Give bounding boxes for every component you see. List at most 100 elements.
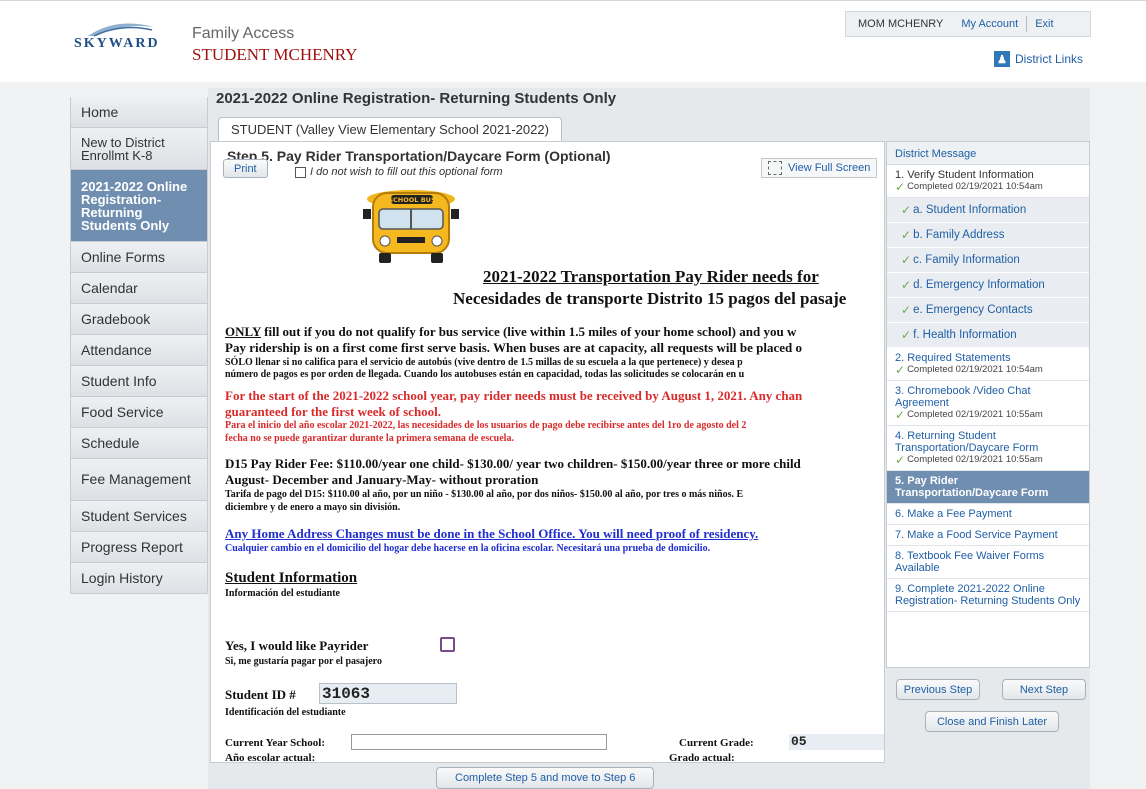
optout-option[interactable]: I do not wish to fill out this optional … xyxy=(295,166,503,178)
print-button[interactable]: Print xyxy=(223,159,268,178)
sidebar-nav: Home New to District Enrollmt K-8 2021-2… xyxy=(70,97,208,594)
student-info-heading: Student Information xyxy=(225,570,358,586)
school-bus-image: SCHOOL BUS xyxy=(363,190,459,263)
check-icon: ✓ xyxy=(901,203,912,217)
sub-step-label: a. Student Information xyxy=(913,204,1027,216)
check-icon: ✓ xyxy=(901,303,912,317)
page-title: 2021-2022 Online Registration- Returning… xyxy=(216,90,617,107)
sidebar-item-student-info[interactable]: Student Info xyxy=(70,366,208,397)
check-icon: ✓ xyxy=(901,278,912,292)
step-item[interactable]: 8. Textbook Fee Waiver Forms Available xyxy=(887,546,1089,579)
step-completed: ✓ Completed 02/19/2021 10:54am xyxy=(895,364,1081,376)
doc-paragraph: ONLY fill out if you do not qualify for … xyxy=(225,324,796,340)
check-icon: ✓ xyxy=(901,328,912,342)
sub-step-label: c. Family Information xyxy=(913,254,1020,266)
step-item[interactable]: 7. Make a Food Service Payment xyxy=(887,525,1089,546)
next-step-button[interactable]: Next Step xyxy=(1002,679,1086,700)
doc-text: diciembre y de enero a mayo sin división… xyxy=(225,502,401,513)
form-panel: Step 5. Pay Rider Transportation/Daycare… xyxy=(210,141,885,763)
sidebar-item-gradebook[interactable]: Gradebook xyxy=(70,304,208,335)
district-links-link[interactable]: ♟ District Links xyxy=(994,51,1083,67)
step-title: Step 5. Pay Rider Transportation/Daycare… xyxy=(227,148,611,164)
doc-title-es: Necesidades de transporte Distrito 15 pa… xyxy=(453,289,847,308)
completed-text: Completed 02/19/2021 10:55am xyxy=(907,454,1043,465)
sidebar-item-schedule[interactable]: Schedule xyxy=(70,428,208,459)
sidebar-item-student-services[interactable]: Student Services xyxy=(70,501,208,532)
steps-panel: District Message 1. Verify Student Infor… xyxy=(886,141,1090,668)
sidebar-item-online-registration[interactable]: 2021-2022 Online Registration- Returning… xyxy=(70,170,208,242)
step-item[interactable]: 9. Complete 2021-2022 Online Registratio… xyxy=(887,579,1089,612)
previous-step-button[interactable]: Previous Step xyxy=(896,679,980,700)
doc-text-red: guaranteed for the first week of school. xyxy=(225,404,442,419)
payrider-label: Yes, I would like Payrider xyxy=(225,638,369,653)
sub-step-item[interactable]: ✓ e. Emergency Contacts xyxy=(887,298,1089,323)
payrider-label-es: Si, me gustaría pagar por el pasajero xyxy=(225,656,382,667)
student-id-label-es: Identificación del estudiante xyxy=(225,707,346,718)
student-name: STUDENT MCHENRY xyxy=(192,45,358,64)
complete-step-button[interactable]: Complete Step 5 and move to Step 6 xyxy=(436,767,655,789)
sub-step-item[interactable]: ✓ f. Health Information xyxy=(887,323,1089,348)
step-item[interactable]: 2. Required Statements ✓ Completed 02/19/… xyxy=(887,348,1089,381)
check-icon: ✓ xyxy=(901,228,912,242)
header: SKYWARD Family Access STUDENT MCHENRY MO… xyxy=(0,0,1146,82)
sidebar-item-progress-report[interactable]: Progress Report xyxy=(70,532,208,563)
completed-text: Completed 02/19/2021 10:55am xyxy=(907,409,1043,420)
sidebar-item-food-service[interactable]: Food Service xyxy=(70,397,208,428)
completed-text: Completed 02/19/2021 10:54am xyxy=(907,364,1043,375)
doc-text: número de pagos es por orden de llegada.… xyxy=(225,369,745,380)
view-full-screen-button[interactable]: View Full Screen xyxy=(761,158,878,178)
step-item[interactable]: 3. Chromebook /Video Chat Agreement ✓ Com… xyxy=(887,381,1089,426)
address-change-notice-es: Cualquier cambio en el domicilio del hog… xyxy=(225,543,711,554)
tab-student[interactable]: STUDENT (Valley View Elementary School 2… xyxy=(218,117,562,141)
sidebar-item-online-forms[interactable]: Online Forms xyxy=(70,242,208,273)
close-finish-later-button[interactable]: Close and Finish Later xyxy=(925,711,1059,732)
sub-step-item[interactable]: ✓ d. Emergency Information xyxy=(887,273,1089,298)
check-icon: ✓ xyxy=(895,363,906,377)
district-message-link[interactable]: District Message xyxy=(887,142,1089,165)
user-name: MOM MCHENRY xyxy=(858,18,944,30)
sidebar-item-calendar[interactable]: Calendar xyxy=(70,273,208,304)
sub-step-label: e. Emergency Contacts xyxy=(913,304,1033,316)
payrider-checkbox[interactable] xyxy=(440,637,455,652)
step-completed: ✓ Completed 02/19/2021 10:55am xyxy=(895,409,1081,421)
sidebar-item-login-history[interactable]: Login History xyxy=(70,563,208,594)
current-school-input[interactable] xyxy=(351,734,607,750)
step-item-current[interactable]: 5. Pay Rider Transportation/Daycare Form xyxy=(887,471,1089,504)
doc-text: fill out if you do not qualify for bus s… xyxy=(260,324,797,339)
step-label: 3. Chromebook /Video Chat Agreement xyxy=(895,385,1031,409)
sub-step-item[interactable]: ✓ b. Family Address xyxy=(887,223,1089,248)
student-id-field[interactable]: 31063 xyxy=(319,683,457,704)
student-info-heading-es: Información del estudiante xyxy=(225,588,340,599)
only-label: ONLY xyxy=(225,324,261,339)
expand-icon xyxy=(768,161,782,175)
sidebar-item-attendance[interactable]: Attendance xyxy=(70,335,208,366)
sidebar-item-fee-management[interactable]: Fee Management xyxy=(70,459,208,501)
doc-text-red: Para el inicio del año escolar 2021-2022… xyxy=(225,420,747,431)
sidebar-item-new-to-district[interactable]: New to District Enrollmt K-8 xyxy=(70,128,208,170)
school-label-es: Año escolar actual: xyxy=(225,752,316,763)
sub-step-item[interactable]: ✓ c. Family Information xyxy=(887,248,1089,273)
grade-label-es: Grado actual: xyxy=(669,752,735,763)
check-icon: ✓ xyxy=(895,180,906,194)
optout-checkbox[interactable] xyxy=(295,166,306,178)
optout-label: I do not wish to fill out this optional … xyxy=(310,166,503,178)
step-item[interactable]: 1. Verify Student Information ✓ Completed… xyxy=(887,165,1089,198)
step-label: 1. Verify Student Information xyxy=(895,169,1034,181)
step-item[interactable]: 4. Returning Student Transportation/Dayc… xyxy=(887,426,1089,471)
student-id-label: Student ID # xyxy=(225,687,296,702)
my-account-link[interactable]: My Account xyxy=(953,18,1026,30)
exit-link[interactable]: Exit xyxy=(1027,18,1061,30)
step-item[interactable]: 6. Make a Fee Payment xyxy=(887,504,1089,525)
current-grade-field[interactable]: 05 xyxy=(789,734,884,750)
sidebar-item-home[interactable]: Home xyxy=(70,97,208,128)
person-icon: ♟ xyxy=(994,51,1010,67)
doc-text: SÓLO llenar si no califica para el servi… xyxy=(225,357,743,368)
sub-step-label: f. Health Information xyxy=(913,329,1017,341)
sub-step-item[interactable]: ✓ a. Student Information xyxy=(887,198,1089,223)
district-links-label: District Links xyxy=(1015,52,1084,66)
check-icon: ✓ xyxy=(901,253,912,267)
skyward-logo-icon xyxy=(88,23,154,37)
skyward-logo[interactable]: SKYWARD xyxy=(74,36,160,52)
doc-title-en: 2021-2022 Transportation Pay Rider needs… xyxy=(483,267,819,286)
step-label: 4. Returning Student Transportation/Dayc… xyxy=(895,430,1039,454)
